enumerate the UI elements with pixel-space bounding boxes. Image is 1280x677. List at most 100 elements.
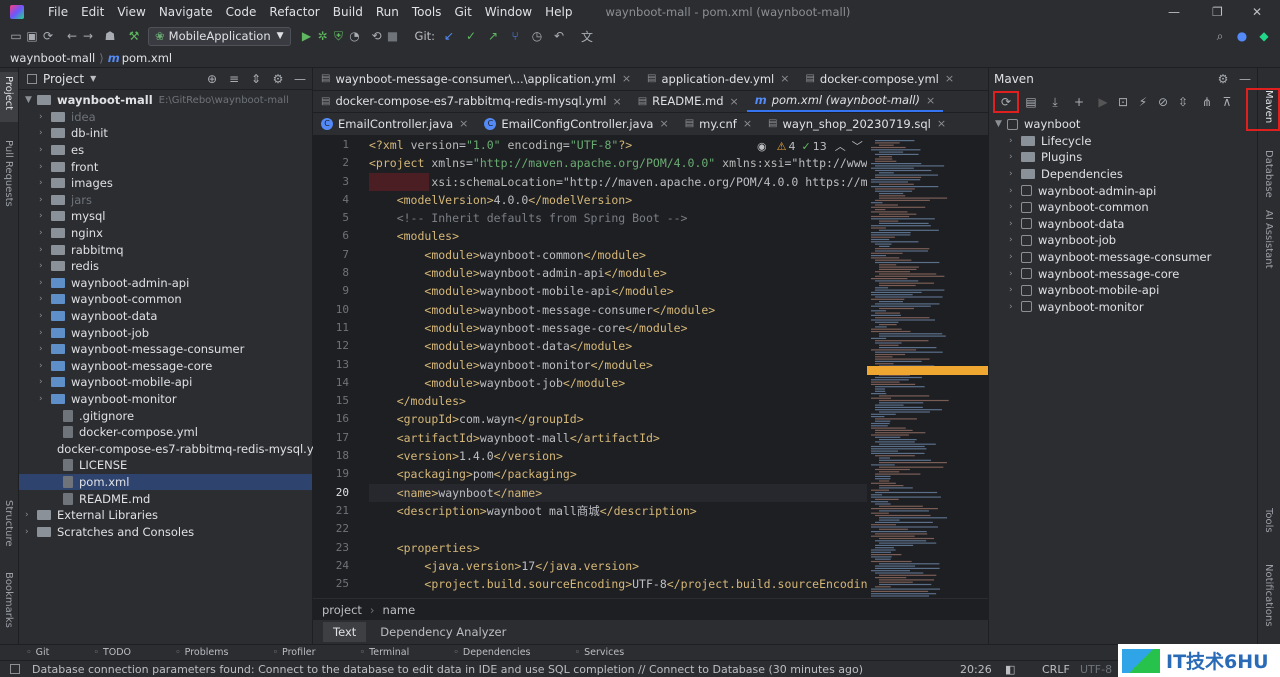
project-panel-title[interactable]: Project — [43, 72, 84, 86]
editor-crumb-project[interactable]: project — [322, 603, 362, 617]
maven-group-lifecycle[interactable]: › Lifecycle — [989, 133, 1257, 150]
notifications-tool-label[interactable]: Notifications — [1263, 564, 1274, 627]
toggle-offline-icon[interactable]: ⚡ — [1135, 95, 1151, 109]
maven-module[interactable]: › waynboot-message-core — [989, 265, 1257, 282]
bookmarks-tool-label[interactable]: Bookmarks — [3, 572, 14, 628]
editor-tab[interactable]: C EmailConfigController.java × — [476, 113, 676, 135]
code-line[interactable]: <groupId>com.wayn</groupId> — [369, 410, 867, 428]
expand-icon[interactable]: ⇕ — [248, 72, 264, 86]
bottom-tool-terminal[interactable]: ◦ Terminal — [360, 647, 432, 658]
editor-tab[interactable]: ▤ my.cnf × — [677, 113, 760, 135]
tree-folder[interactable]: › waynboot-common — [19, 291, 312, 308]
close-icon[interactable]: × — [945, 72, 954, 85]
run-config-selector[interactable]: ❀ MobileApplication ▼ — [148, 26, 291, 46]
menu-navigate[interactable]: Navigate — [159, 5, 213, 19]
tree-extra[interactable]: › Scratches and Consoles — [19, 523, 312, 540]
tree-folder[interactable]: › waynboot-job — [19, 324, 312, 341]
save-icon[interactable]: ▣ — [24, 29, 40, 43]
chevron-down-icon[interactable]: ▼ — [90, 74, 96, 83]
cursor-position[interactable]: 20:26 — [960, 663, 992, 676]
code-line[interactable]: <module>waynboot-mobile-api</module> — [369, 282, 867, 300]
pull-requests-tool-label[interactable]: Pull Requests — [3, 140, 14, 207]
code-line[interactable]: <artifactId>waynboot-mall</artifactId> — [369, 429, 867, 447]
close-button[interactable]: ✕ — [1252, 5, 1262, 19]
gear-icon[interactable]: ⚙ — [1215, 72, 1231, 86]
run-maven-icon[interactable]: ▶ — [1095, 95, 1111, 109]
ai-assistant-tool-label[interactable]: AI Assistant — [1263, 210, 1274, 269]
open-icon[interactable]: ▭ — [8, 29, 24, 43]
tree-folder[interactable]: › waynboot-message-consumer — [19, 341, 312, 358]
update-icon[interactable]: ● — [1234, 29, 1250, 43]
maven-module[interactable]: › waynboot-message-consumer — [989, 249, 1257, 266]
code-line[interactable]: <module>waynboot-message-core</module> — [369, 319, 867, 337]
code-line[interactable]: <modules> — [369, 227, 867, 245]
menu-window[interactable]: Window — [485, 5, 532, 19]
code-line[interactable]: <description>waynboot mall商城</descriptio… — [369, 502, 867, 520]
maven-root[interactable]: ▼ waynboot — [989, 116, 1257, 133]
breadcrumb-file[interactable]: pom.xml — [122, 51, 172, 65]
file-encoding[interactable]: UTF-8 — [1080, 663, 1112, 676]
code-line[interactable]: <module>waynboot-admin-api</module> — [369, 264, 867, 282]
maven-module[interactable]: › waynboot-data — [989, 216, 1257, 233]
code-line[interactable]: <java.version>17</java.version> — [369, 557, 867, 575]
code-line[interactable]: <project.build.sourceEncoding>UTF-8</pro… — [369, 575, 867, 593]
bottom-tool-problems[interactable]: ◦ Problems — [175, 647, 250, 658]
code-line[interactable]: <module>waynboot-data</module> — [369, 337, 867, 355]
breadcrumb-project[interactable]: waynboot-mall — [10, 51, 95, 65]
tree-folder[interactable]: › nginx — [19, 225, 312, 242]
code-line[interactable]: <name>waynboot</name> — [369, 483, 867, 502]
menu-git[interactable]: Git — [454, 5, 471, 19]
execute-goal-icon[interactable]: ⊡ — [1115, 95, 1131, 109]
tree-folder[interactable]: › images — [19, 175, 312, 192]
tree-file[interactable]: pom.xml — [19, 473, 312, 491]
chevron-up-icon[interactable]: ︿ — [835, 138, 846, 154]
editor-tab[interactable]: ▤ application-dev.yml × — [639, 68, 797, 90]
database-tool-label[interactable]: Database — [1263, 150, 1274, 198]
stop-icon[interactable]: ■ — [385, 29, 401, 43]
history-icon[interactable]: ◷ — [529, 29, 545, 43]
tree-file[interactable]: docker-compose.yml — [19, 424, 312, 441]
maven-group-dependencies[interactable]: › Dependencies — [989, 166, 1257, 183]
code-line[interactable]: <module>waynboot-message-consumer</modul… — [369, 301, 867, 319]
git-push-icon[interactable]: ↗ — [485, 29, 501, 43]
run-widget-icon[interactable]: ☗ — [102, 29, 118, 43]
gear-icon[interactable]: ⚙ — [270, 72, 286, 86]
tree-file[interactable]: LICENSE — [19, 457, 312, 474]
status-message[interactable]: Database connection parameters found: Co… — [32, 663, 863, 676]
menu-help[interactable]: Help — [545, 5, 572, 19]
code-line[interactable]: <packaging>pom</packaging> — [369, 465, 867, 483]
search-icon[interactable]: ⌕ — [1212, 29, 1228, 44]
close-icon[interactable]: × — [459, 117, 468, 130]
inspection-widget[interactable]: ◉ ⚠ 4 ✓ 13 ︿ ﹀ — [753, 138, 867, 154]
close-icon[interactable]: × — [780, 72, 789, 85]
tree-folder[interactable]: › mysql — [19, 208, 312, 225]
close-icon[interactable]: × — [730, 95, 739, 108]
sync-icon[interactable]: ⟳ — [40, 29, 56, 43]
hide-icon[interactable]: — — [1237, 72, 1253, 86]
chevron-down-icon[interactable]: ﹀ — [852, 138, 863, 154]
tools-tool-label[interactable]: Tools — [1263, 508, 1274, 533]
menu-edit[interactable]: Edit — [81, 5, 104, 19]
git-branch-icon[interactable]: ⑂ — [507, 29, 523, 43]
menu-view[interactable]: View — [117, 5, 145, 19]
editor-crumb-name[interactable]: name — [383, 603, 416, 617]
generate-sources-icon[interactable]: ▤ — [1023, 95, 1039, 109]
menu-refactor[interactable]: Refactor — [269, 5, 319, 19]
tree-folder[interactable]: › waynboot-data — [19, 308, 312, 325]
tree-file[interactable]: docker-compose-es7-rabbitmq-redis-mysql.… — [19, 440, 328, 457]
code-line[interactable]: </modules> — [369, 392, 867, 410]
code-line[interactable]: <module>waynboot-job</module> — [369, 374, 867, 392]
maven-module[interactable]: › waynboot-common — [989, 199, 1257, 216]
menu-run[interactable]: Run — [376, 5, 399, 19]
minimap-current-line-marker[interactable] — [867, 366, 988, 375]
maximize-button[interactable]: ❐ — [1212, 5, 1223, 19]
editor-tab[interactable]: ▤ wayn_shop_20230719.sql × — [760, 113, 954, 135]
code-line[interactable] — [369, 520, 867, 538]
run-icon[interactable]: ▶ — [299, 29, 315, 43]
maven-module[interactable]: › waynboot-admin-api — [989, 182, 1257, 199]
code-view[interactable]: <?xml version="1.0" encoding="UTF-8"?> <p… — [369, 136, 867, 598]
tree-folder[interactable]: › db-init — [19, 125, 312, 142]
tree-folder[interactable]: › jars — [19, 192, 312, 209]
tree-file[interactable]: .gitignore — [19, 407, 312, 424]
tree-folder[interactable]: › front — [19, 158, 312, 175]
